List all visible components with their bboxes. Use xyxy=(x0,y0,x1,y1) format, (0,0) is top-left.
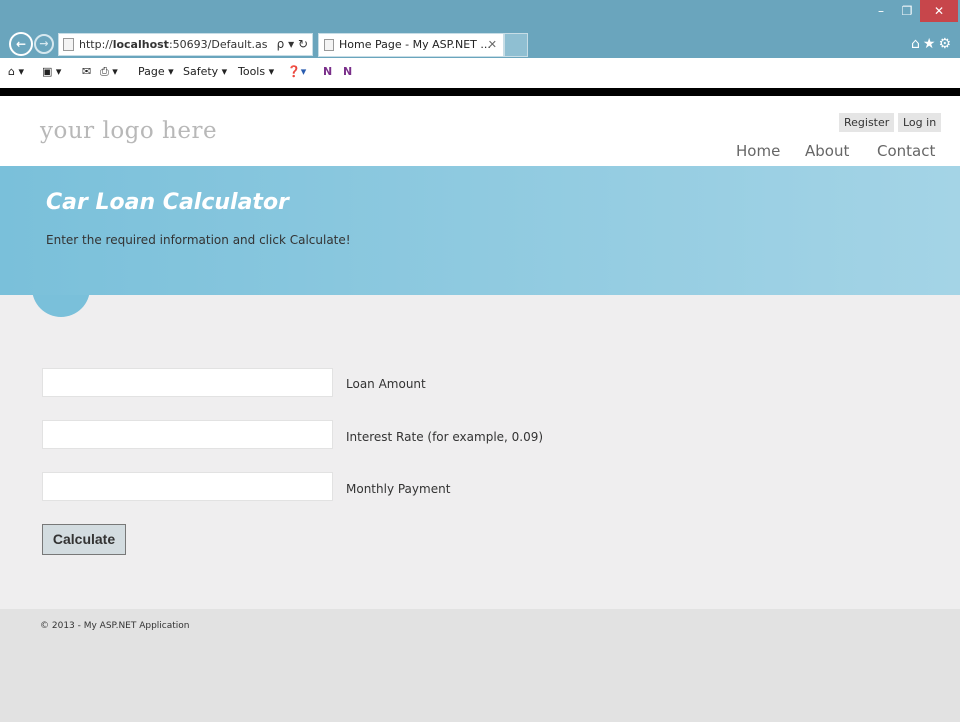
site-footer: © 2013 - My ASP.NET Application xyxy=(0,609,960,722)
browser-tab[interactable]: Home Page - My ASP.NET ... ✕ xyxy=(318,33,504,57)
nav-about[interactable]: About xyxy=(805,142,849,160)
page-menu[interactable]: Page ▾ xyxy=(138,65,174,78)
browser-titlebar: – ❐ ✕ ← → http://localhost:50693/Default… xyxy=(0,0,960,58)
help-icon[interactable]: ❓▾ xyxy=(287,65,306,78)
register-link[interactable]: Register xyxy=(839,113,895,132)
tab-title: Home Page - My ASP.NET ... xyxy=(339,38,491,51)
featured-banner: Car Loan Calculator Enter the required i… xyxy=(0,166,960,295)
divider xyxy=(0,88,960,96)
home-icon[interactable]: ⌂ ▾ xyxy=(8,65,24,78)
arrow-left-icon: ← xyxy=(15,37,27,51)
safety-menu[interactable]: Safety ▾ xyxy=(183,65,227,78)
feeds-icon[interactable]: ▣ ▾ xyxy=(42,65,61,78)
page-icon xyxy=(63,38,74,51)
onenote-icon[interactable]: N xyxy=(323,65,332,78)
nav-contact[interactable]: Contact xyxy=(877,142,935,160)
site-logo[interactable]: your logo here xyxy=(40,118,217,144)
new-tab-button[interactable] xyxy=(504,33,528,57)
site-header: your logo here Register Log in Home Abou… xyxy=(0,96,960,166)
banner-decoration xyxy=(32,295,90,317)
monthly-payment-label: Monthly Payment xyxy=(346,482,451,496)
onenote-linked-icon[interactable]: N xyxy=(343,65,352,78)
copyright-text: © 2013 - My ASP.NET Application xyxy=(40,621,190,631)
back-button[interactable]: ← xyxy=(9,32,33,56)
print-icon[interactable]: ⎙ ▾ xyxy=(100,65,118,79)
search-refresh-controls[interactable]: ρ ▾ ↻ xyxy=(273,34,308,55)
web-page: your logo here Register Log in Home Abou… xyxy=(0,96,960,722)
page-icon xyxy=(324,39,334,51)
arrow-right-icon: → xyxy=(39,37,49,50)
main-content: Loan Amount Interest Rate (for example, … xyxy=(0,295,960,609)
home-favorites-tools-icons[interactable]: ⌂★⚙ xyxy=(911,36,954,52)
nav-home[interactable]: Home xyxy=(736,142,780,160)
minimize-button[interactable]: – xyxy=(868,0,894,22)
interest-rate-input[interactable] xyxy=(42,420,333,449)
address-host: localhost xyxy=(112,38,169,51)
decorative-circle xyxy=(32,295,90,317)
address-url-prefix: http:// xyxy=(79,38,113,51)
mail-icon[interactable]: ✉ xyxy=(82,65,91,78)
address-url-rest: :50693/Default.as xyxy=(168,38,268,51)
page-instructions: Enter the required information and click… xyxy=(46,233,351,247)
forward-button[interactable]: → xyxy=(34,34,54,54)
tools-menu[interactable]: Tools ▾ xyxy=(238,65,274,78)
loan-amount-input[interactable] xyxy=(42,368,333,397)
loan-amount-label: Loan Amount xyxy=(346,377,426,391)
close-window-button[interactable]: ✕ xyxy=(920,0,958,22)
page-title: Car Loan Calculator xyxy=(46,190,289,215)
maximize-button[interactable]: ❐ xyxy=(894,0,920,22)
login-link[interactable]: Log in xyxy=(898,113,942,132)
monthly-payment-input[interactable] xyxy=(42,472,333,501)
close-tab-icon[interactable]: ✕ xyxy=(488,34,497,56)
interest-rate-label: Interest Rate (for example, 0.09) xyxy=(346,430,544,444)
address-bar[interactable]: http://localhost:50693/Default.as ρ ▾ ↻ xyxy=(58,33,313,56)
calculate-button[interactable]: Calculate xyxy=(42,524,126,555)
command-bar: ⌂ ▾ ▣ ▾ ✉ ⎙ ▾ Page ▾ Safety ▾ Tools ▾ ❓▾… xyxy=(0,58,960,88)
